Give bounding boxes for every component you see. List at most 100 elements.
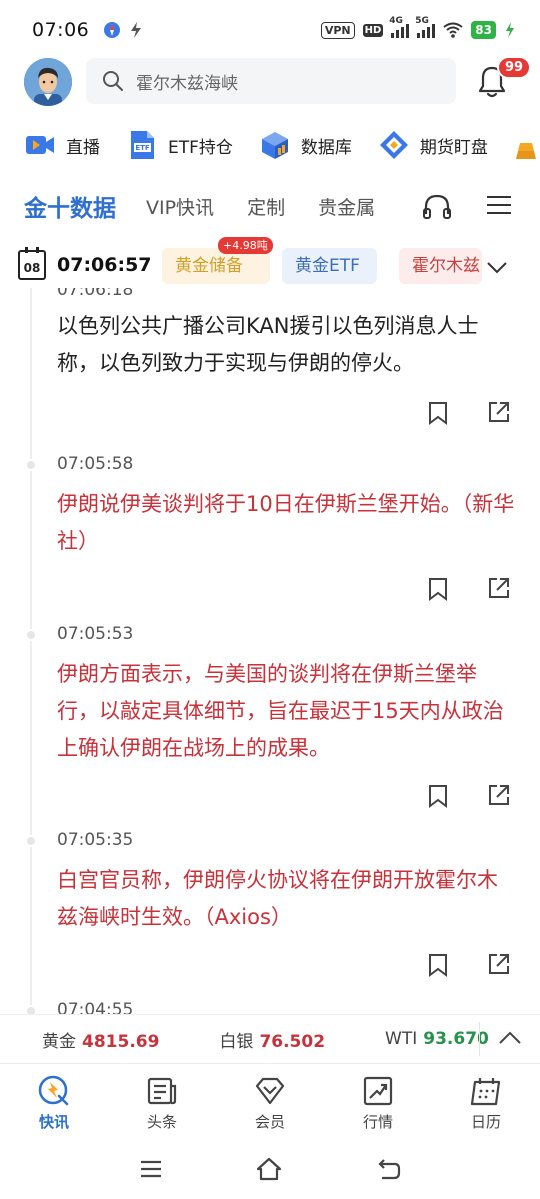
nav-headlines[interactable]: 头条 <box>108 1066 216 1140</box>
nav-market[interactable]: 行情 <box>324 1066 432 1140</box>
wifi-icon <box>443 22 463 38</box>
news-text: 以色列公共广播公司KAN援引以色列消息人士称，以色列致力于实现与伊朗的停火。 <box>57 314 479 375</box>
news-time: 07:05:58 <box>57 454 134 474</box>
timeline-dot <box>25 1005 37 1014</box>
status-time: 07:06 <box>32 19 90 41</box>
nav-calendar-label: 日历 <box>470 1113 501 1131</box>
tab-bar: 金十数据 VIP快讯 定制 贵金属 <box>0 186 540 226</box>
back-icon[interactable] <box>376 1156 402 1182</box>
lightning-icon <box>131 22 142 38</box>
price-ticker[interactable]: 黄金 4815.69 白银 76.502 WTI 93.670 <box>0 1014 540 1064</box>
ticker-wti[interactable]: WTI 93.670 <box>385 1029 489 1049</box>
etf-file-icon: ETF <box>131 131 154 159</box>
chevron-down-icon[interactable] <box>486 256 508 278</box>
shortcut-futures[interactable]: 期货盯盘 <box>378 129 488 161</box>
market-chart-icon <box>363 1076 393 1106</box>
compass-app-icon <box>104 22 121 38</box>
shortcut-row: 直播 ETF ETF持仓 数据库 期货盯盘 <box>0 122 540 168</box>
signal-5g-icon: 5G <box>415 16 436 38</box>
futures-diamond-icon <box>379 131 408 159</box>
headphone-icon[interactable] <box>422 192 452 220</box>
share-icon[interactable] <box>487 783 511 807</box>
news-time: 07:05:53 <box>57 624 134 644</box>
search-placeholder: 霍尔木兹海峡 <box>136 73 238 94</box>
database-cube-icon <box>261 132 288 159</box>
headlines-icon <box>147 1077 177 1105</box>
recent-apps-icon[interactable] <box>138 1156 164 1182</box>
shortcut-live[interactable]: 直播 <box>24 129 100 161</box>
news-text: 白宫官员称，伊朗停火协议将在伊朗开放霍尔木兹海峡时生效。（Axios） <box>57 868 498 929</box>
timeline-dot <box>25 835 37 847</box>
timeline-line <box>30 288 32 1014</box>
share-icon[interactable] <box>487 952 511 976</box>
live-video-icon <box>26 136 54 154</box>
flash-news-icon <box>38 1075 69 1106</box>
home-icon[interactable] <box>256 1156 282 1182</box>
tab-jin10-data[interactable]: 金十数据 <box>24 189 116 223</box>
svg-text:ETF: ETF <box>135 144 150 152</box>
ticker-wti-name: WTI <box>385 1029 418 1049</box>
search-bar[interactable]: 霍尔木兹海峡 <box>86 58 456 104</box>
shortcut-etf-label: ETF持仓 <box>168 137 233 158</box>
signal-4g-label: 4G <box>389 16 403 26</box>
ticker-gold-name: 黄金 <box>42 1031 76 1052</box>
shortcut-etf[interactable]: ETF ETF持仓 <box>126 129 233 161</box>
nav-market-label: 行情 <box>362 1113 393 1131</box>
chip-change-badge: +4.98吨 <box>218 237 273 254</box>
bottom-nav: 快讯 头条 会员 行情 日历 <box>0 1066 540 1140</box>
ticker-silver[interactable]: 白银 76.502 <box>219 1027 325 1052</box>
news-time: 07:04:55 <box>57 1000 134 1014</box>
calendar-date-icon[interactable]: 08 <box>18 247 46 280</box>
nav-vip[interactable]: 会员 <box>216 1066 324 1140</box>
ticker-gold-value: 4815.69 <box>82 1031 160 1052</box>
chip-gold-reserve[interactable]: 黄金储备 +4.98吨 <box>162 237 273 284</box>
ticker-silver-name: 白银 <box>219 1031 254 1052</box>
news-time: 07:06:18 <box>57 288 134 300</box>
charging-icon <box>506 22 514 38</box>
bookmark-icon[interactable] <box>428 784 448 808</box>
search-icon <box>103 71 123 91</box>
ticker-divider <box>479 1022 480 1056</box>
news-text: 伊朗方面表示，与美国的谈判将在伊斯兰堡举行，以敲定具体细节，旨在最迟于15天内从… <box>57 662 504 760</box>
avatar[interactable] <box>24 58 72 106</box>
notification-badge: 99 <box>497 56 532 79</box>
ticker-silver-value: 76.502 <box>259 1031 326 1052</box>
app-header: 霍尔木兹海峡 99 <box>0 56 540 108</box>
system-nav-bar <box>0 1142 540 1199</box>
nav-headlines-label: 头条 <box>146 1113 177 1131</box>
chip-hormuz[interactable]: 霍尔木兹 <box>399 248 482 284</box>
nav-flash[interactable]: 快讯 <box>0 1066 108 1140</box>
menu-icon[interactable] <box>486 194 512 216</box>
status-bar: 07:06 VPN HD 4G 5G 83 <box>0 0 540 60</box>
ticker-gold[interactable]: 黄金 4815.69 <box>42 1027 159 1052</box>
avatar-person-icon <box>24 58 72 106</box>
news-feed[interactable]: 07:06:18 以色列公共广播公司KAN援引以色列消息人士称，以色列致力于实现… <box>0 288 540 1014</box>
shortcut-database[interactable]: 数据库 <box>259 129 352 161</box>
gold-bars-icon <box>515 143 536 159</box>
tab-vip-flash[interactable]: VIP快讯 <box>146 193 214 220</box>
clock-row: 08 07:06:57 黄金储备 +4.98吨 黄金ETF 霍尔木兹 <box>0 237 540 288</box>
shortcut-more[interactable] <box>514 129 540 161</box>
nav-vip-label: 会员 <box>254 1113 285 1131</box>
shortcut-futures-label: 期货盯盘 <box>419 137 488 158</box>
hd-badge: HD <box>362 23 384 37</box>
bookmark-icon[interactable] <box>428 953 448 977</box>
timeline-dot <box>25 629 37 641</box>
timeline-dot <box>25 459 37 471</box>
chip-gold-reserve-label: 黄金储备 <box>175 256 243 276</box>
nav-calendar[interactable]: 日历 <box>432 1066 540 1140</box>
tab-precious-metals[interactable]: 贵金属 <box>318 193 375 220</box>
vip-diamond-icon <box>255 1077 285 1105</box>
tab-custom[interactable]: 定制 <box>247 193 285 220</box>
share-icon[interactable] <box>487 576 511 600</box>
signal-4g-icon: 4G <box>389 16 410 38</box>
shortcut-live-label: 直播 <box>66 137 100 158</box>
calendar-icon <box>470 1078 501 1106</box>
chip-gold-etf[interactable]: 黄金ETF <box>282 248 377 284</box>
share-icon[interactable] <box>487 400 511 424</box>
bookmark-icon[interactable] <box>428 577 448 601</box>
bookmark-icon[interactable] <box>428 401 448 425</box>
news-text: 伊朗说伊美谈判将于10日在伊斯兰堡开始。（新华社） <box>57 492 515 553</box>
chevron-up-icon[interactable] <box>498 1028 522 1048</box>
battery-level: 83 <box>471 21 496 39</box>
